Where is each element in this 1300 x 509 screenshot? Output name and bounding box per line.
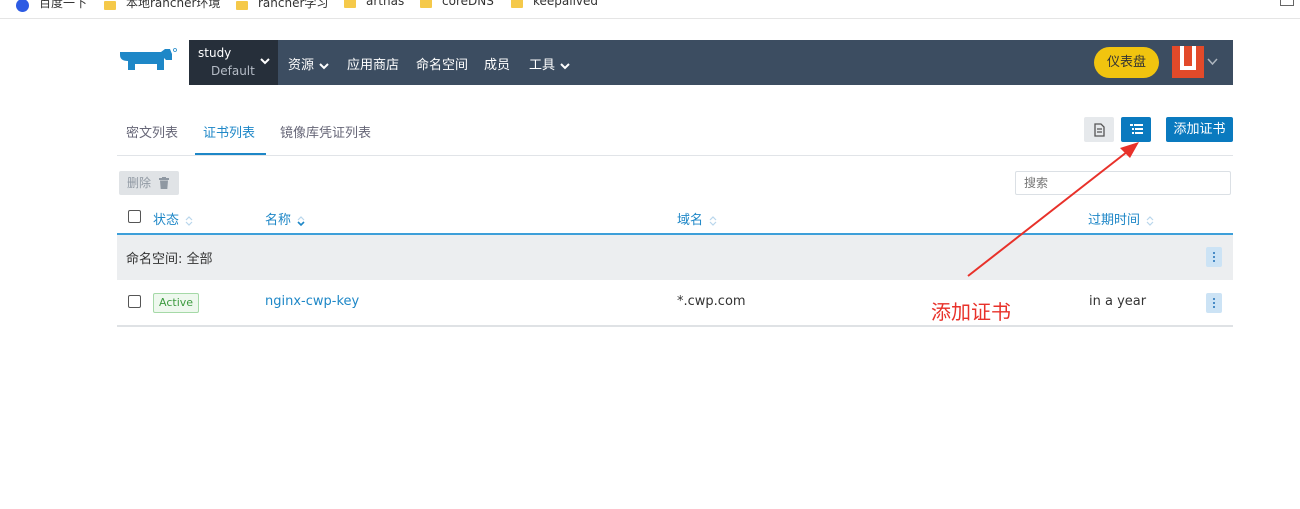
select-all-checkbox[interactable] bbox=[128, 210, 141, 223]
row-actions-button[interactable] bbox=[1206, 293, 1222, 313]
column-header-name[interactable]: 名称 bbox=[265, 209, 305, 228]
chevron-down-icon bbox=[260, 58, 270, 65]
project-switcher[interactable]: study Default bbox=[189, 40, 278, 85]
chevron-down-icon bbox=[560, 62, 570, 69]
certificate-expires: in a year bbox=[1089, 294, 1147, 309]
bookmark-rancher-study[interactable]: rancher学习 bbox=[236, 0, 328, 11]
nav-item-namespaces[interactable]: 命名空间 bbox=[416, 54, 468, 73]
reading-list-icon[interactable] bbox=[1280, 0, 1294, 6]
bookmark-coredns[interactable]: coreDNS bbox=[420, 0, 494, 8]
sort-icon bbox=[1146, 215, 1154, 226]
column-header-state[interactable]: 状态 bbox=[153, 209, 193, 228]
annotation-label: 添加证书 bbox=[931, 300, 1011, 324]
dashboard-button[interactable]: 仪表盘 bbox=[1094, 47, 1159, 78]
bookmark-arthas[interactable]: arthas bbox=[344, 0, 404, 8]
certificate-name-link[interactable]: nginx-cwp-key bbox=[265, 294, 359, 309]
certificate-domain: *.cwp.com bbox=[677, 294, 746, 309]
namespace-group-row: 命名空间: 全部 bbox=[117, 235, 1233, 280]
tab-registry-credentials[interactable]: 镜像库凭证列表 bbox=[280, 122, 371, 141]
trash-icon bbox=[159, 177, 169, 189]
search-input[interactable] bbox=[1015, 171, 1231, 195]
secret-tabs: 密文列表 证书列表 镜像库凭证列表 bbox=[117, 117, 1233, 156]
baidu-icon bbox=[16, 0, 29, 12]
nav-item-resources[interactable]: 资源 bbox=[288, 54, 329, 73]
group-by-namespace-button[interactable] bbox=[1121, 117, 1151, 142]
import-yaml-button[interactable] bbox=[1084, 117, 1114, 142]
chevron-down-icon[interactable] bbox=[1207, 57, 1218, 66]
sort-icon bbox=[185, 215, 193, 226]
delete-button[interactable]: 删除 bbox=[119, 171, 179, 195]
project-name: study bbox=[198, 46, 232, 60]
file-import-icon bbox=[1094, 123, 1105, 137]
sort-descending-icon bbox=[297, 215, 305, 226]
status-badge: Active bbox=[153, 293, 200, 313]
row-checkbox[interactable] bbox=[128, 295, 141, 308]
bookmark-local-rancher[interactable]: 本地rancher环境 bbox=[104, 0, 220, 11]
list-icon bbox=[1130, 124, 1143, 134]
tab-secrets[interactable]: 密文列表 bbox=[126, 122, 178, 141]
nav-item-members[interactable]: 成员 bbox=[484, 54, 510, 73]
cluster-name: Default bbox=[211, 64, 255, 78]
folder-icon bbox=[344, 0, 356, 8]
group-actions-button[interactable] bbox=[1206, 247, 1222, 267]
bookmarks-bar: 百度一下 本地rancher环境 rancher学习 arthas coreDN… bbox=[0, 0, 1300, 19]
folder-icon bbox=[511, 0, 523, 8]
chevron-down-icon bbox=[319, 62, 329, 69]
folder-icon bbox=[104, 1, 116, 10]
table-row: Active nginx-cwp-key *.cwp.com in a year bbox=[117, 280, 1233, 327]
folder-icon bbox=[420, 0, 432, 8]
column-header-expires[interactable]: 过期时间 bbox=[1088, 209, 1154, 228]
sort-icon bbox=[709, 215, 717, 226]
rancher-logo-icon[interactable] bbox=[117, 46, 179, 78]
add-certificate-button[interactable]: 添加证书 bbox=[1166, 117, 1233, 142]
user-avatar[interactable] bbox=[1172, 46, 1204, 78]
column-header-domain[interactable]: 域名 bbox=[677, 209, 717, 228]
active-tab-indicator bbox=[195, 153, 266, 155]
bookmark-keepalived[interactable]: keepalived bbox=[511, 0, 598, 8]
nav-item-catalog[interactable]: 应用商店 bbox=[347, 54, 399, 73]
folder-icon bbox=[236, 1, 248, 10]
top-navigation: study Default 资源 应用商店 命名空间 成员 工具 仪表盘 bbox=[189, 40, 1233, 85]
group-label: 命名空间: 全部 bbox=[126, 252, 213, 267]
bookmark-baidu[interactable]: 百度一下 bbox=[16, 0, 87, 12]
tab-certificates[interactable]: 证书列表 bbox=[203, 122, 255, 141]
nav-item-tools[interactable]: 工具 bbox=[529, 54, 570, 73]
